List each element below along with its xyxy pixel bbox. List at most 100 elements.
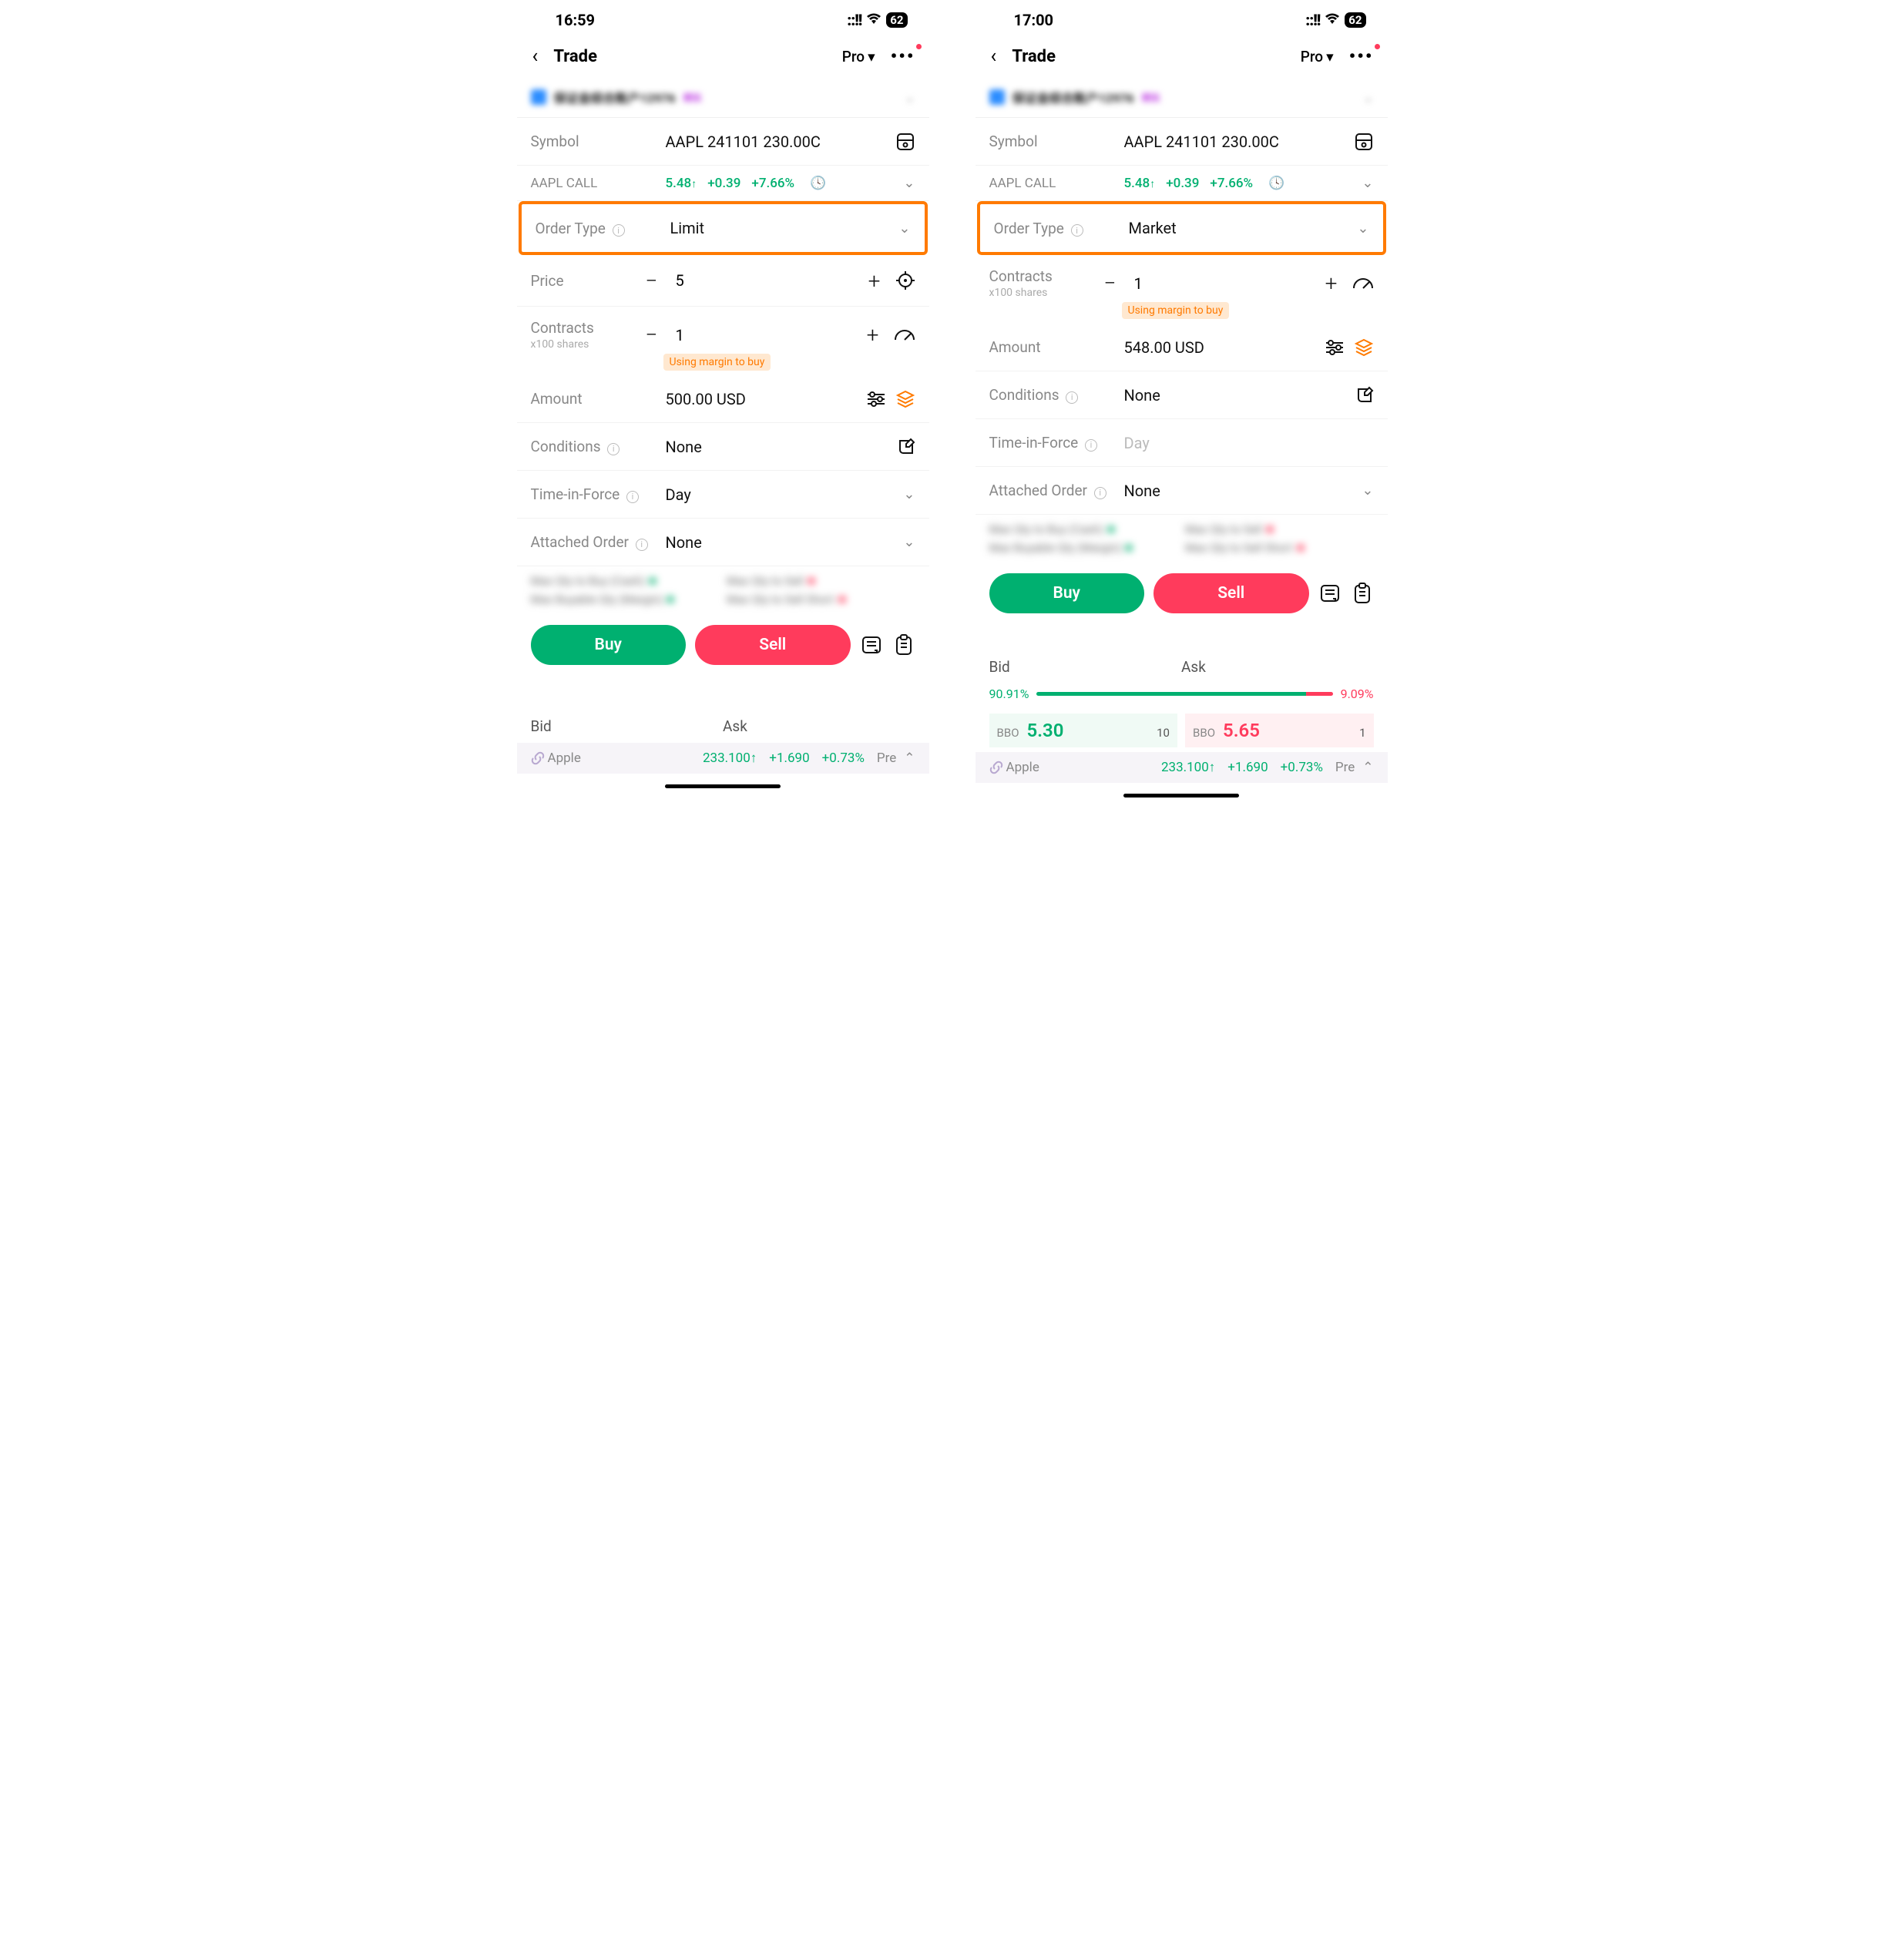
info-icon[interactable]: i [636,539,648,551]
contracts-decrement[interactable]: − [639,322,665,348]
info-icon[interactable]: i [1094,487,1106,499]
chevron-down-icon[interactable]: ⌄ [1362,175,1373,191]
bbo-ask-box[interactable]: BBO 5.65 1 [1185,714,1374,747]
tif-label: Time-in-Force i [531,485,666,503]
chevron-down-icon: ⌄ [1363,90,1373,105]
buy-button[interactable]: Buy [531,625,687,665]
cellular-icon: ::!! [1305,11,1320,29]
clipboard-icon[interactable] [892,633,915,656]
quote-row[interactable]: AAPL CALL 5.48↑ +0.39 +7.66% 🕓 ⌄ [517,166,929,201]
price-target-icon[interactable] [895,270,915,290]
wifi-icon [1325,11,1340,29]
info-icon[interactable]: i [1066,391,1078,404]
ticker-price: 233.100↑ [1161,760,1215,775]
symbol-picker-icon[interactable] [895,132,915,152]
bbo-bid-box[interactable]: BBO 5.30 10 [989,714,1178,747]
account-selector[interactable]: 保证金综合账户12976 模拟 ⌄ [517,80,929,117]
wifi-icon [866,11,881,29]
symbol-label: Symbol [989,133,1124,150]
battery-icon: 62 [886,12,907,28]
order-type-row[interactable]: Order Type i Limit ⌄ [522,204,925,252]
link-icon [531,751,545,765]
mode-toggle[interactable]: Pro▾ [842,48,875,65]
price-decrement[interactable]: − [639,267,665,294]
back-button[interactable]: ‹ [991,45,997,68]
info-icon[interactable]: i [1071,224,1083,237]
contracts-speed-icon[interactable] [894,327,915,343]
info-icon[interactable]: i [607,443,620,455]
ticker-session: Pre [1335,760,1355,775]
contracts-input[interactable]: 1 [665,326,860,344]
symbol-value[interactable]: AAPL 241101 230.00C [1124,133,1345,151]
bidask-header: Bid Ask [976,643,1388,683]
margin-badge: Using margin to buy [663,354,771,371]
conditions-row[interactable]: Conditions i None [976,371,1388,419]
more-button[interactable]: ••• [1349,45,1374,67]
tif-row[interactable]: Time-in-Force i Day ⌄ [517,471,929,519]
quote-row[interactable]: AAPL CALL 5.48↑ +0.39 +7.66% 🕓 ⌄ [976,166,1388,201]
quote-price: 5.48↑ [666,176,697,191]
ask-label: Ask [1181,658,1374,676]
amount-layers-icon[interactable] [895,389,915,409]
price-input[interactable]: 5 [665,271,861,290]
contracts-increment[interactable]: + [1318,270,1345,297]
edit-icon[interactable] [897,438,915,456]
buy-button[interactable]: Buy [989,573,1145,613]
more-button[interactable]: ••• [891,45,915,67]
chevron-down-icon: ⌄ [903,534,915,550]
bottom-ticker[interactable]: Apple 233.100↑ +1.690 +0.73% Pre ⌃ [517,743,929,774]
order-list-icon[interactable] [860,633,883,656]
quote-pct: +7.66% [1210,176,1253,191]
back-button[interactable]: ‹ [532,45,539,68]
bbo-row: BBO 5.30 10 BBO 5.65 1 [976,709,1388,752]
contracts-row: Contracts x100 shares − 1 + [976,255,1388,302]
amount-layers-icon[interactable] [1354,337,1374,358]
contracts-decrement[interactable]: − [1097,270,1123,297]
attached-value: None [1124,482,1362,500]
ticker-link[interactable]: Apple [531,751,581,766]
price-increment[interactable]: + [861,267,888,294]
order-type-row[interactable]: Order Type i Market ⌄ [980,204,1383,252]
bottom-ticker[interactable]: Apple 233.100↑ +1.690 +0.73% Pre ⌃ [976,752,1388,783]
chevron-up-icon[interactable]: ⌃ [904,751,915,766]
contracts-sublabel: x100 shares [531,338,639,351]
symbol-label: Symbol [531,133,666,150]
chevron-down-icon: ⌄ [898,220,910,237]
nav-bar: ‹ Trade Pro▾ ••• [517,35,929,80]
order-type-highlight: Order Type i Limit ⌄ [519,201,928,255]
amount-row: Amount 548.00 USD [976,324,1388,371]
chevron-up-icon[interactable]: ⌃ [1362,760,1373,775]
account-name: 保证金综合账户12976 [554,88,676,106]
page-title: Trade [553,47,841,66]
chevron-down-icon[interactable]: ⌄ [903,175,915,191]
info-icon[interactable]: i [613,224,625,237]
home-indicator [1123,794,1239,798]
conditions-row[interactable]: Conditions i None [517,423,929,471]
ticker-link[interactable]: Apple [989,760,1039,775]
symbol-row: Symbol AAPL 241101 230.00C [517,118,929,166]
amount-settings-icon[interactable] [866,391,886,408]
up-arrow-icon: ↑ [751,751,757,766]
account-selector[interactable]: 保证金综合账户12976 模拟 ⌄ [976,80,1388,117]
buying-power-block: Max Qty to Buy (Cash) Max Qty to Sell Ma… [517,566,929,614]
mode-toggle[interactable]: Pro▾ [1301,48,1334,65]
amount-settings-icon[interactable] [1325,339,1345,356]
edit-icon[interactable] [1355,386,1374,405]
order-list-icon[interactable] [1318,582,1342,605]
contracts-input[interactable]: 1 [1123,274,1318,293]
info-icon[interactable]: i [626,491,639,503]
contracts-increment[interactable]: + [860,322,886,348]
symbol-picker-icon[interactable] [1354,132,1374,152]
order-type-value: Market [1129,219,1358,237]
attached-row[interactable]: Attached Order i None ⌄ [976,467,1388,515]
sell-button[interactable]: Sell [1153,573,1309,613]
contracts-speed-icon[interactable] [1352,276,1374,291]
info-icon[interactable]: i [1085,439,1097,452]
sell-button[interactable]: Sell [695,625,851,665]
clipboard-icon[interactable] [1351,582,1374,605]
symbol-value[interactable]: AAPL 241101 230.00C [666,133,886,151]
attached-row[interactable]: Attached Order i None ⌄ [517,519,929,566]
contracts-label: Contracts x100 shares [989,267,1097,299]
amount-row: Amount 500.00 USD [517,375,929,423]
tif-row: Time-in-Force i Day [976,419,1388,467]
